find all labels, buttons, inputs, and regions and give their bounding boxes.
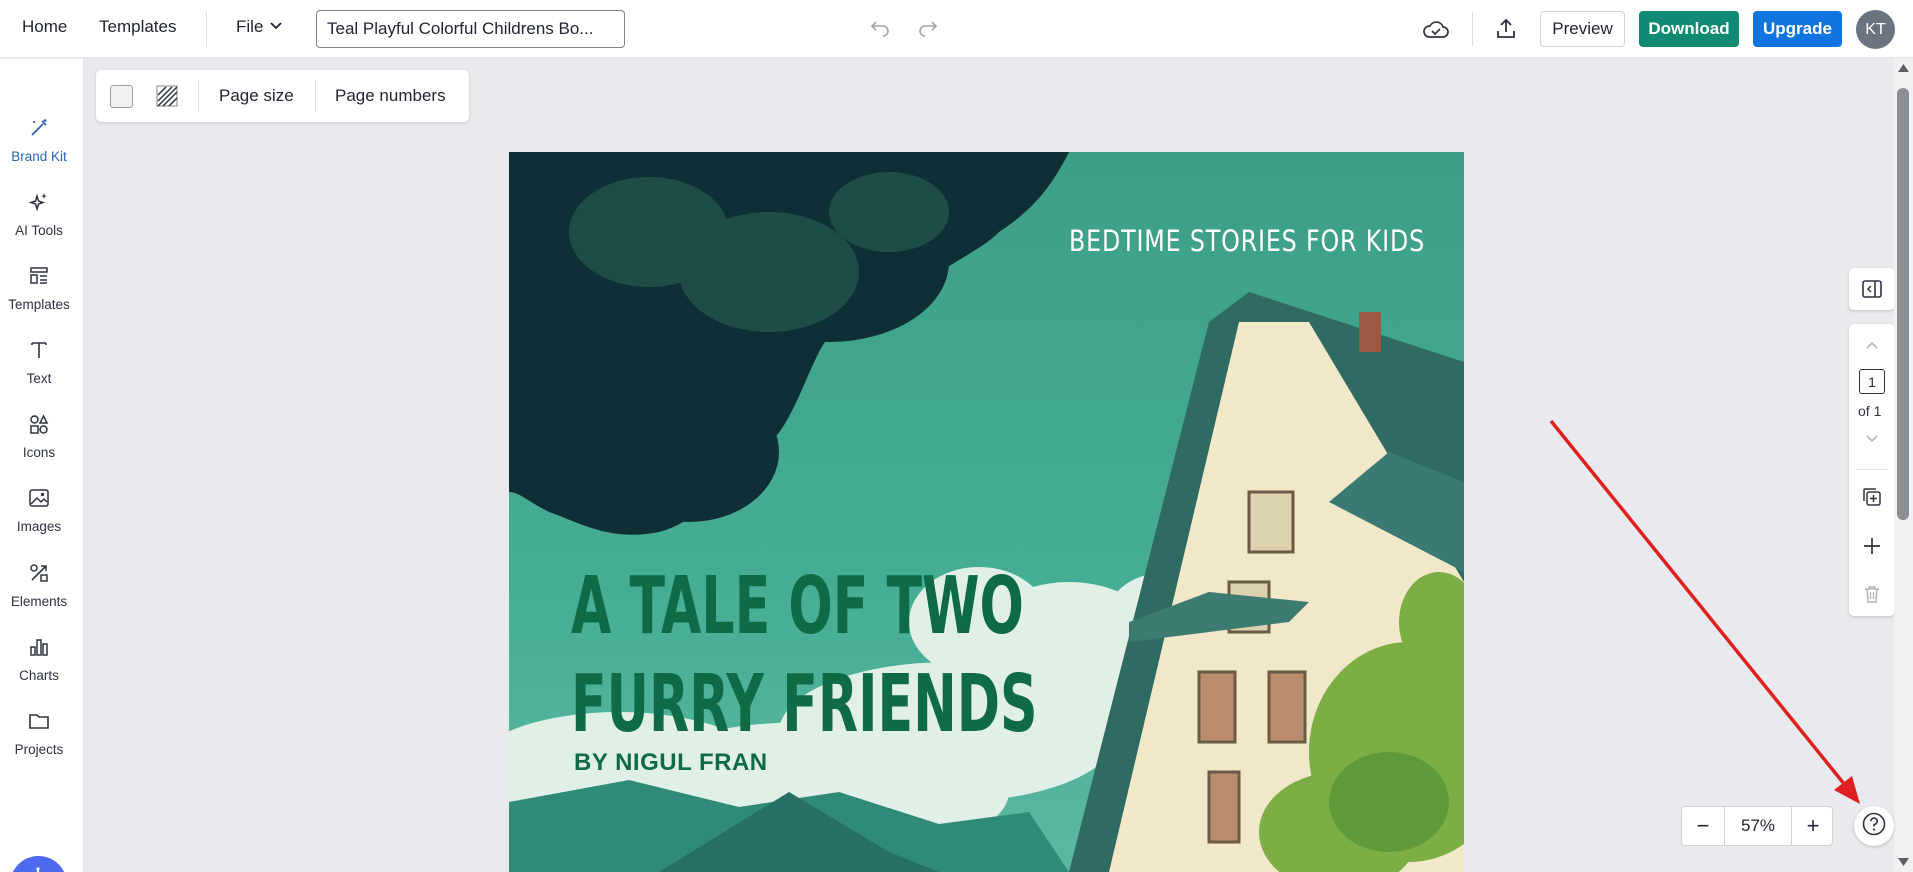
avatar[interactable]: KT bbox=[1856, 10, 1895, 49]
chevron-up-icon[interactable] bbox=[1863, 336, 1881, 354]
sidebar-item-text[interactable]: Text bbox=[0, 339, 78, 386]
help-icon bbox=[1861, 811, 1887, 842]
chevron-down-icon bbox=[269, 17, 283, 37]
sidebar-item-elements[interactable]: Elements bbox=[0, 562, 78, 609]
add-page-icon[interactable] bbox=[1861, 535, 1883, 557]
scroll-down-arrow-icon[interactable] bbox=[1898, 858, 1909, 866]
download-button[interactable]: Download bbox=[1639, 11, 1739, 47]
scroll-up-arrow-icon[interactable] bbox=[1898, 64, 1909, 72]
current-page-number[interactable]: 1 bbox=[1859, 369, 1885, 394]
sidebar-item-brand-kit[interactable]: Brand Kit bbox=[0, 117, 78, 164]
duplicate-page-icon[interactable] bbox=[1861, 486, 1883, 508]
zoom-in-button[interactable]: + bbox=[1792, 807, 1834, 845]
sidebar-item-label: Icons bbox=[22, 445, 56, 460]
collapse-panel-button[interactable] bbox=[1849, 268, 1895, 310]
background-color-swatch[interactable] bbox=[110, 85, 133, 108]
sidebar-item-icons[interactable]: Icons bbox=[0, 413, 78, 460]
home-link[interactable]: Home bbox=[22, 17, 67, 37]
magic-wand-icon bbox=[28, 117, 50, 144]
left-sidebar: Brand Kit AI Tools Templates Text Icons … bbox=[0, 59, 84, 872]
sidebar-item-ai-tools[interactable]: AI Tools bbox=[0, 191, 78, 238]
preview-button[interactable]: Preview bbox=[1540, 11, 1625, 47]
share-upload-icon[interactable] bbox=[1490, 13, 1522, 45]
sidebar-item-label: Text bbox=[26, 371, 52, 386]
sidebar-item-projects[interactable]: Projects bbox=[0, 710, 78, 757]
templates-link[interactable]: Templates bbox=[99, 17, 176, 37]
divider bbox=[1472, 12, 1473, 46]
bar-chart-icon bbox=[28, 636, 50, 663]
text-icon bbox=[28, 339, 50, 366]
cover-title-line-2: FURRY FRIENDS bbox=[571, 658, 1038, 750]
sidebar-item-label: Images bbox=[16, 519, 62, 534]
templates-icon bbox=[28, 265, 50, 292]
file-menu[interactable]: File bbox=[236, 17, 283, 37]
shapes-icon bbox=[28, 413, 50, 440]
page-total-label: of 1 bbox=[1858, 403, 1882, 419]
sidebar-item-charts[interactable]: Charts bbox=[0, 636, 78, 683]
sidebar-item-label: Charts bbox=[19, 668, 59, 683]
page-size-button[interactable]: Page size bbox=[219, 86, 294, 106]
sidebar-item-images[interactable]: Images bbox=[0, 487, 78, 534]
divider bbox=[206, 12, 207, 46]
cover-title-line-1: A TALE OF TWO bbox=[571, 560, 1024, 652]
divider bbox=[1856, 469, 1888, 470]
elements-icon bbox=[28, 562, 50, 589]
file-menu-label: File bbox=[236, 17, 264, 36]
page-toolbar: Page size Page numbers bbox=[96, 70, 469, 122]
cover-title[interactable]: A TALE OF TWO FURRY FRIENDS bbox=[571, 557, 1038, 753]
panel-collapse-icon bbox=[1861, 278, 1883, 300]
sidebar-item-label: Projects bbox=[14, 742, 64, 757]
zoom-level[interactable]: 57% bbox=[1724, 807, 1792, 845]
scrollbar-thumb[interactable] bbox=[1897, 88, 1909, 520]
cover-subtitle[interactable]: BEDTIME STORIES FOR KIDS bbox=[1069, 224, 1425, 258]
divider bbox=[198, 80, 199, 112]
sidebar-item-label: Elements bbox=[10, 594, 68, 609]
ai-assistant-icon bbox=[22, 865, 56, 872]
sidebar-item-label: Templates bbox=[8, 297, 70, 312]
zoom-control: − 57% + bbox=[1681, 806, 1833, 846]
help-button[interactable] bbox=[1854, 806, 1894, 846]
undo-icon[interactable] bbox=[866, 15, 894, 43]
folder-icon bbox=[28, 710, 50, 737]
vertical-scrollbar[interactable] bbox=[1894, 58, 1913, 872]
document-title-input[interactable] bbox=[316, 10, 625, 48]
cloud-save-icon[interactable] bbox=[1420, 14, 1452, 44]
zoom-out-button[interactable]: − bbox=[1682, 807, 1724, 845]
page-navigator bbox=[1849, 324, 1895, 616]
chevron-down-icon[interactable] bbox=[1863, 430, 1881, 448]
trash-icon[interactable] bbox=[1861, 583, 1883, 605]
sidebar-item-label: Brand Kit bbox=[11, 149, 67, 164]
pattern-icon[interactable] bbox=[156, 85, 178, 107]
cover-byline[interactable]: BY NIGUL FRAN bbox=[574, 749, 768, 777]
sidebar-item-templates[interactable]: Templates bbox=[0, 265, 78, 312]
divider bbox=[315, 80, 316, 112]
sidebar-item-label: AI Tools bbox=[15, 223, 63, 238]
sparkles-icon bbox=[28, 191, 50, 218]
ai-assistant-button[interactable] bbox=[10, 856, 67, 872]
image-icon bbox=[28, 487, 50, 514]
design-page[interactable]: BEDTIME STORIES FOR KIDS A TALE OF TWO F… bbox=[509, 152, 1464, 872]
upgrade-button[interactable]: Upgrade bbox=[1753, 11, 1842, 47]
top-bar: Home Templates File Preview Download Upg… bbox=[0, 0, 1913, 58]
page-numbers-button[interactable]: Page numbers bbox=[335, 86, 446, 106]
redo-icon[interactable] bbox=[914, 15, 942, 43]
